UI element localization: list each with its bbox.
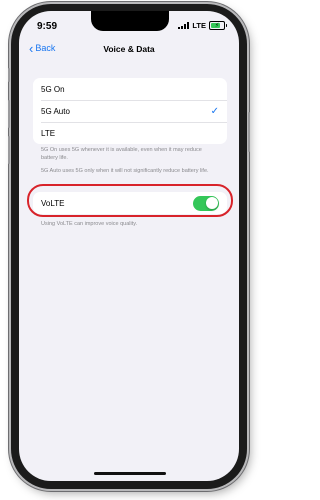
charging-bolt-icon: ⚡ <box>214 22 220 29</box>
option-5g-auto[interactable]: 5G Auto ✓ <box>33 100 227 122</box>
signal-icon <box>178 22 190 29</box>
option-lte[interactable]: LTE <box>33 122 227 144</box>
option-label: 5G Auto <box>41 106 70 116</box>
navigation-bar: ‹ Back Voice & Data <box>19 41 239 59</box>
silent-switch <box>8 68 10 82</box>
battery-icon: ⚡ <box>209 21 227 30</box>
data-mode-list: 5G On 5G Auto ✓ LTE <box>33 78 227 144</box>
option-5g-on[interactable]: 5G On <box>33 78 227 100</box>
footer-5g-on: 5G On uses 5G whenever it is available, … <box>41 147 202 161</box>
page-title: Voice & Data <box>103 44 155 54</box>
highlight-outline <box>27 184 233 217</box>
power-button <box>248 112 250 152</box>
option-label: 5G On <box>41 84 65 94</box>
option-label: LTE <box>41 128 56 138</box>
status-bar: 9:59 LTE ⚡ <box>19 11 239 35</box>
footer-5g-auto: 5G Auto uses 5G only when it will not si… <box>41 168 209 174</box>
footer-volte: Using VoLTE can improve voice quality. <box>41 221 138 227</box>
status-indicators: LTE ⚡ <box>178 21 227 30</box>
volume-down-button <box>8 136 10 164</box>
home-indicator <box>94 472 166 475</box>
status-time: 9:59 <box>37 21 58 32</box>
phone-screen: 9:59 LTE ⚡ ‹ Back Voice & Data 5G On 5G … <box>19 11 239 481</box>
volume-up-button <box>8 100 10 128</box>
network-type: LTE <box>192 21 206 30</box>
checkmark-icon: ✓ <box>210 105 219 117</box>
